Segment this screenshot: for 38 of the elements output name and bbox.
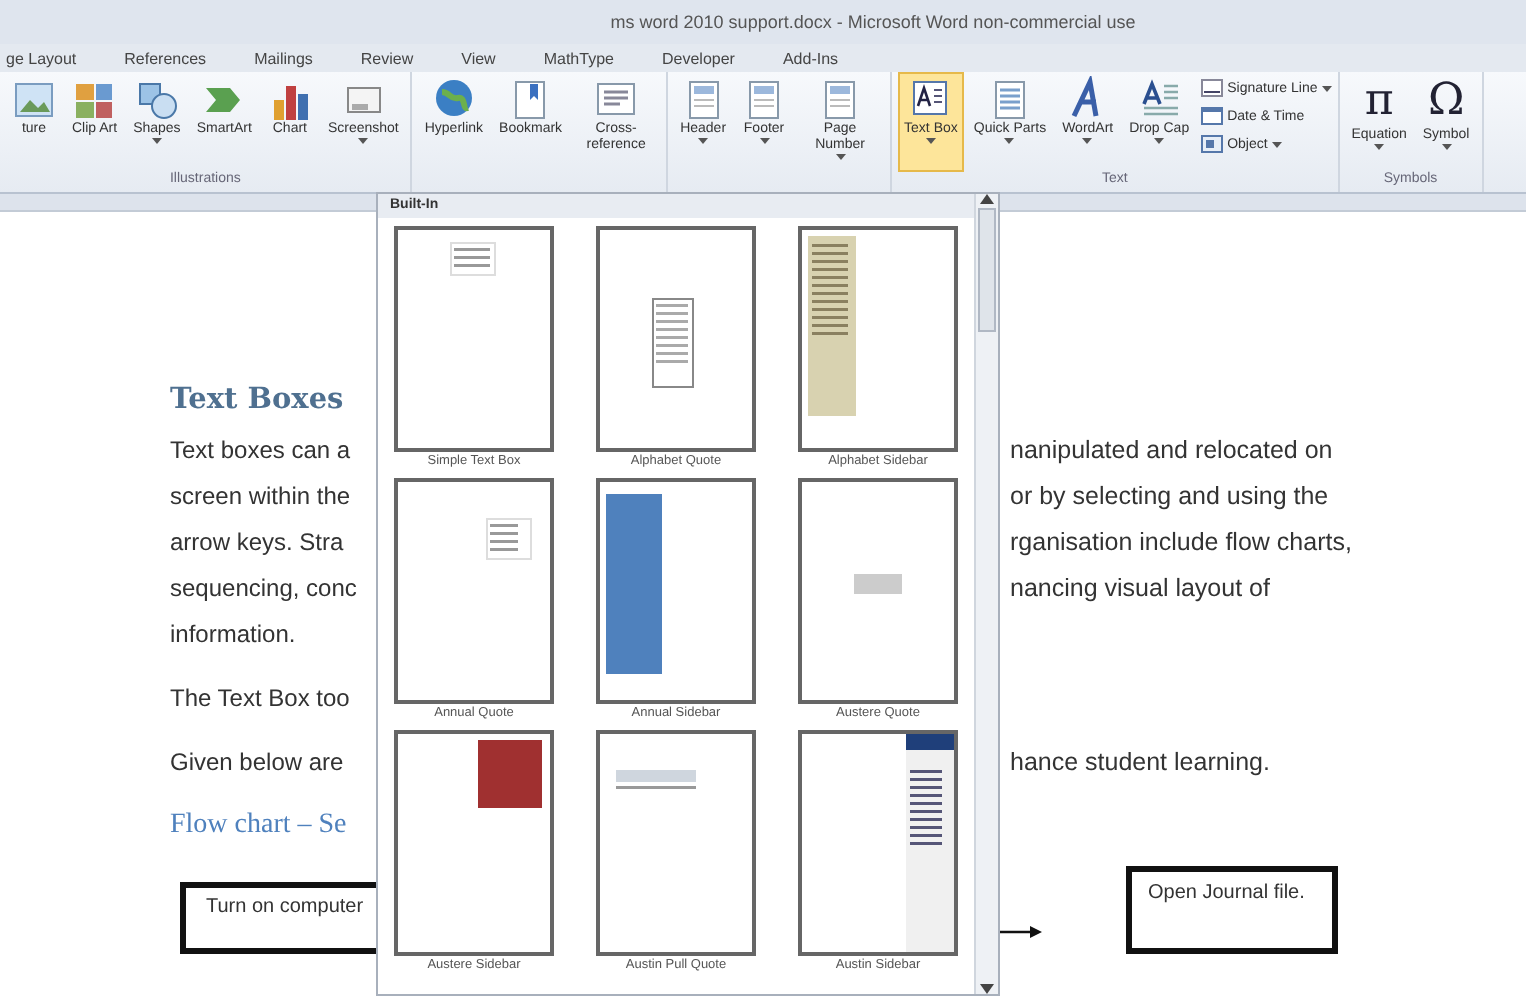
body-text: Given below are <box>168 747 346 775</box>
ribbon-tab[interactable]: View <box>459 49 498 67</box>
ribbon-tab[interactable]: MathType <box>541 49 616 67</box>
body-text: hance student learning. <box>1008 747 1272 775</box>
text-box-drawing <box>652 298 694 388</box>
calendar-icon <box>1199 104 1224 128</box>
body-text: Text boxes can a <box>168 435 353 463</box>
flowchart-box: Open Journal file. <box>1126 866 1338 954</box>
ribbon-tab[interactable]: ge Layout <box>4 49 79 67</box>
symbol-icon: Ω <box>1427 76 1465 128</box>
body-text: information. <box>168 619 298 647</box>
body-text: sequencing, conc <box>168 573 359 601</box>
sidebar-drawing <box>478 740 542 808</box>
window-title: ms word 2010 support.docx - Microsoft Word non-commercial use <box>608 12 1136 32</box>
ribbon-tab[interactable]: Developer <box>659 49 737 67</box>
symbol-icon: π <box>1364 76 1394 128</box>
heading-text: Text Boxes <box>168 382 346 416</box>
scroll-down-icon <box>980 984 994 994</box>
ribbon-tab[interactable]: Review <box>358 49 416 67</box>
text-box-drawing <box>450 242 496 276</box>
ribbon-tab[interactable]: References <box>122 49 209 67</box>
scrollbar-thumb[interactable] <box>978 208 996 332</box>
text-box-drawing <box>854 574 902 594</box>
object-icon <box>1199 132 1224 156</box>
text-box-drawing <box>486 518 532 560</box>
ribbon-tab[interactable]: Mailings <box>252 49 315 67</box>
heading-text: Flow chart – Se <box>168 809 349 841</box>
body-text: arrow keys. Stra <box>168 527 346 555</box>
body-text: or by selecting and using the <box>1008 481 1331 509</box>
body-text: screen within the <box>168 481 353 509</box>
body-text: nanipulated and relocated on <box>1008 435 1335 463</box>
body-text: nancing visual layout of <box>1008 573 1272 601</box>
globe-icon <box>431 76 476 122</box>
pull-quote-drawing <box>616 770 696 794</box>
body-text: rganisation include flow charts, <box>1008 527 1354 555</box>
ribbon-tab[interactable]: Add-Ins <box>780 49 841 67</box>
scrollbar[interactable] <box>974 194 998 994</box>
body-text: The Text Box too <box>168 683 352 711</box>
